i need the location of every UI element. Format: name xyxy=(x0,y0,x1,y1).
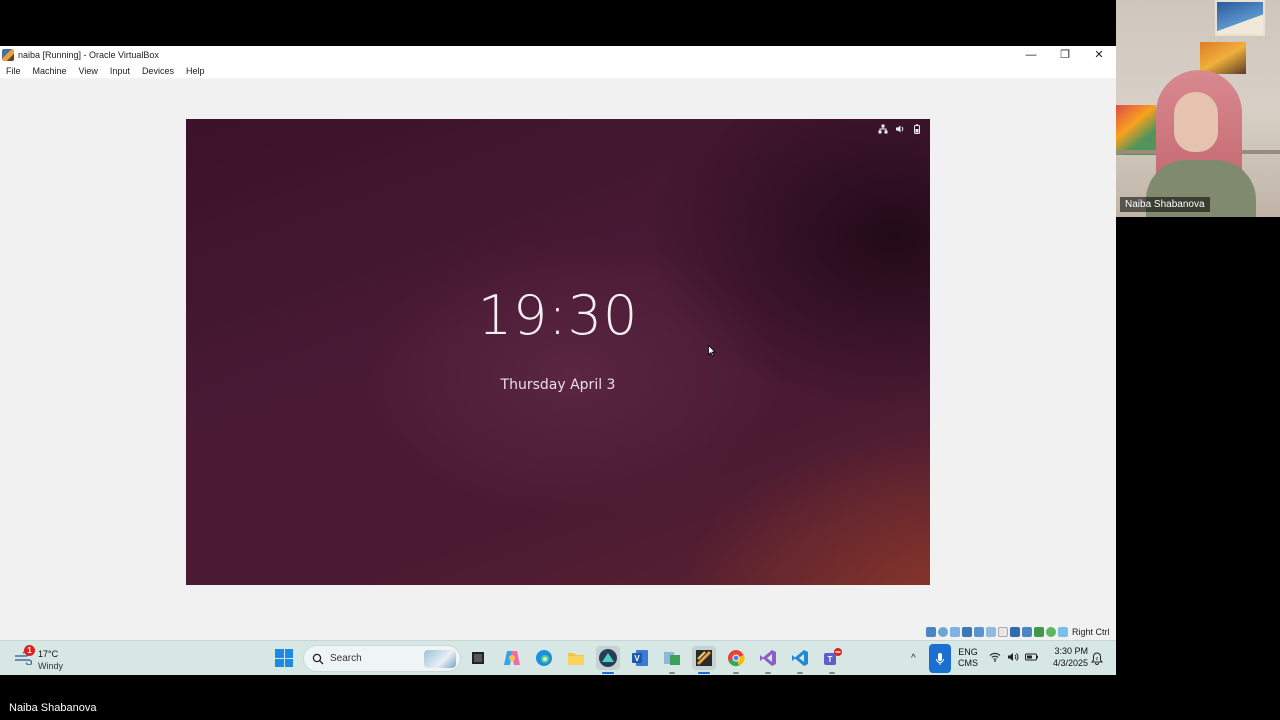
window-controls: — ❐ ✕ xyxy=(1014,46,1116,63)
search-icon xyxy=(312,653,324,664)
battery-icon xyxy=(1025,653,1038,661)
presenter-name: Naiba Shabanova xyxy=(9,702,97,714)
menu-devices[interactable]: Devices xyxy=(136,66,180,76)
chrome-icon[interactable] xyxy=(724,646,748,674)
microphone-button[interactable] xyxy=(929,644,951,673)
hard-disk-icon[interactable] xyxy=(926,627,936,637)
title-bar[interactable]: naiba [Running] - Oracle VirtualBox — ❐ … xyxy=(0,46,1116,63)
start-tile xyxy=(275,649,284,658)
active-indicator xyxy=(602,672,614,674)
start-button[interactable] xyxy=(275,649,293,667)
menu-input[interactable]: Input xyxy=(104,66,136,76)
svg-text:V: V xyxy=(634,654,640,663)
svg-text:T: T xyxy=(828,655,833,664)
language-secondary: CMS xyxy=(958,658,978,668)
language-primary: ENG xyxy=(958,647,978,657)
restore-button[interactable]: ❐ xyxy=(1048,46,1082,63)
webcam-name-tag: Naiba Shabanova xyxy=(1120,197,1210,212)
lock-clock: 19:30 xyxy=(477,284,639,347)
optical-drive-icon[interactable] xyxy=(938,627,948,637)
cpu-icon[interactable] xyxy=(1022,627,1032,637)
weather-widget[interactable]: 1 17°C Windy xyxy=(14,645,74,673)
weather-alert-badge: 1 xyxy=(24,645,35,656)
display-icon[interactable] xyxy=(998,627,1008,637)
microphone-icon xyxy=(936,652,944,665)
network-adapter-icon[interactable] xyxy=(962,627,972,637)
weather-description: Windy xyxy=(38,661,64,671)
task-view-icon[interactable] xyxy=(466,646,490,670)
taskbar-time: 3:30 PM xyxy=(1054,646,1088,656)
webcam-feed: Naiba Shabanova xyxy=(1116,0,1280,217)
virtualbox-app-icon xyxy=(2,48,14,61)
taskbar-date: 4/3/2025 xyxy=(1052,658,1088,668)
host-key-label: Right Ctrl xyxy=(1072,627,1110,637)
wifi-icon xyxy=(989,652,1001,662)
edge-icon[interactable] xyxy=(532,646,556,670)
wall-picture xyxy=(1200,42,1246,74)
mouse-cursor-icon xyxy=(708,345,716,357)
keyboard-icon[interactable] xyxy=(1046,627,1056,637)
search-highlight-image xyxy=(424,650,456,668)
windows-taskbar: 1 17°C Windy Search V T ^ ENG CMS 3:30 P… xyxy=(0,640,1116,675)
search-label: Search xyxy=(330,653,362,664)
menu-file[interactable]: File xyxy=(0,66,27,76)
running-indicator xyxy=(669,672,675,674)
tray-overflow-chevron-icon[interactable]: ^ xyxy=(911,653,916,664)
running-indicator xyxy=(733,672,739,674)
guest-status-area[interactable] xyxy=(878,124,922,134)
wall-picture xyxy=(1116,105,1156,155)
running-indicator xyxy=(829,672,835,674)
menu-bar: File Machine View Input Devices Help xyxy=(0,63,1116,79)
speaker-icon xyxy=(1008,653,1019,661)
guest-lock-screen[interactable]: 19:30 Thursday April 3 xyxy=(186,119,930,585)
recording-icon[interactable] xyxy=(1010,627,1020,637)
volume-icon xyxy=(895,124,905,134)
running-indicator xyxy=(765,672,771,674)
teams-icon[interactable]: T xyxy=(820,646,844,674)
menu-view[interactable]: View xyxy=(73,66,104,76)
tool-app-icon[interactable] xyxy=(660,646,684,674)
vbox-status-bar: Right Ctrl xyxy=(926,626,1110,638)
network-icon xyxy=(878,124,888,134)
close-button[interactable]: ✕ xyxy=(1082,46,1116,63)
language-indicator[interactable]: ENG CMS xyxy=(956,647,980,669)
mouse-integration-icon[interactable] xyxy=(1034,627,1044,637)
start-tile xyxy=(284,658,293,667)
menu-machine[interactable]: Machine xyxy=(27,66,73,76)
active-app-icon[interactable] xyxy=(596,646,620,674)
virtualbox-icon[interactable] xyxy=(692,646,716,674)
visio-icon[interactable]: V xyxy=(628,646,652,670)
weather-temperature: 17°C xyxy=(38,649,59,659)
battery-icon xyxy=(912,124,922,134)
window-title: naiba [Running] - Oracle VirtualBox xyxy=(18,49,159,60)
start-tile xyxy=(284,649,293,658)
taskbar-clock[interactable]: 3:30 PM 4/3/2025 xyxy=(1046,645,1088,669)
vscode-icon[interactable] xyxy=(788,646,812,674)
host-key-icon[interactable] xyxy=(1058,627,1068,637)
start-tile xyxy=(275,658,284,667)
shared-folder-icon[interactable] xyxy=(986,627,996,637)
audio-icon[interactable] xyxy=(950,627,960,637)
menu-help[interactable]: Help xyxy=(180,66,211,76)
wall-picture xyxy=(1215,0,1265,36)
usb-icon[interactable] xyxy=(974,627,984,637)
system-tray[interactable] xyxy=(989,651,1039,663)
notification-bell-icon[interactable]: z xyxy=(1091,652,1103,665)
file-explorer-icon[interactable] xyxy=(564,646,588,670)
copilot-icon[interactable] xyxy=(500,646,524,670)
presenter-face xyxy=(1174,92,1218,152)
visual-studio-icon[interactable] xyxy=(756,646,780,674)
running-indicator xyxy=(797,672,803,674)
taskbar-search[interactable]: Search xyxy=(303,645,461,672)
lock-date: Thursday April 3 xyxy=(500,377,616,393)
minimize-button[interactable]: — xyxy=(1014,46,1048,63)
svg-text:z: z xyxy=(1096,656,1099,662)
active-indicator xyxy=(698,672,710,674)
